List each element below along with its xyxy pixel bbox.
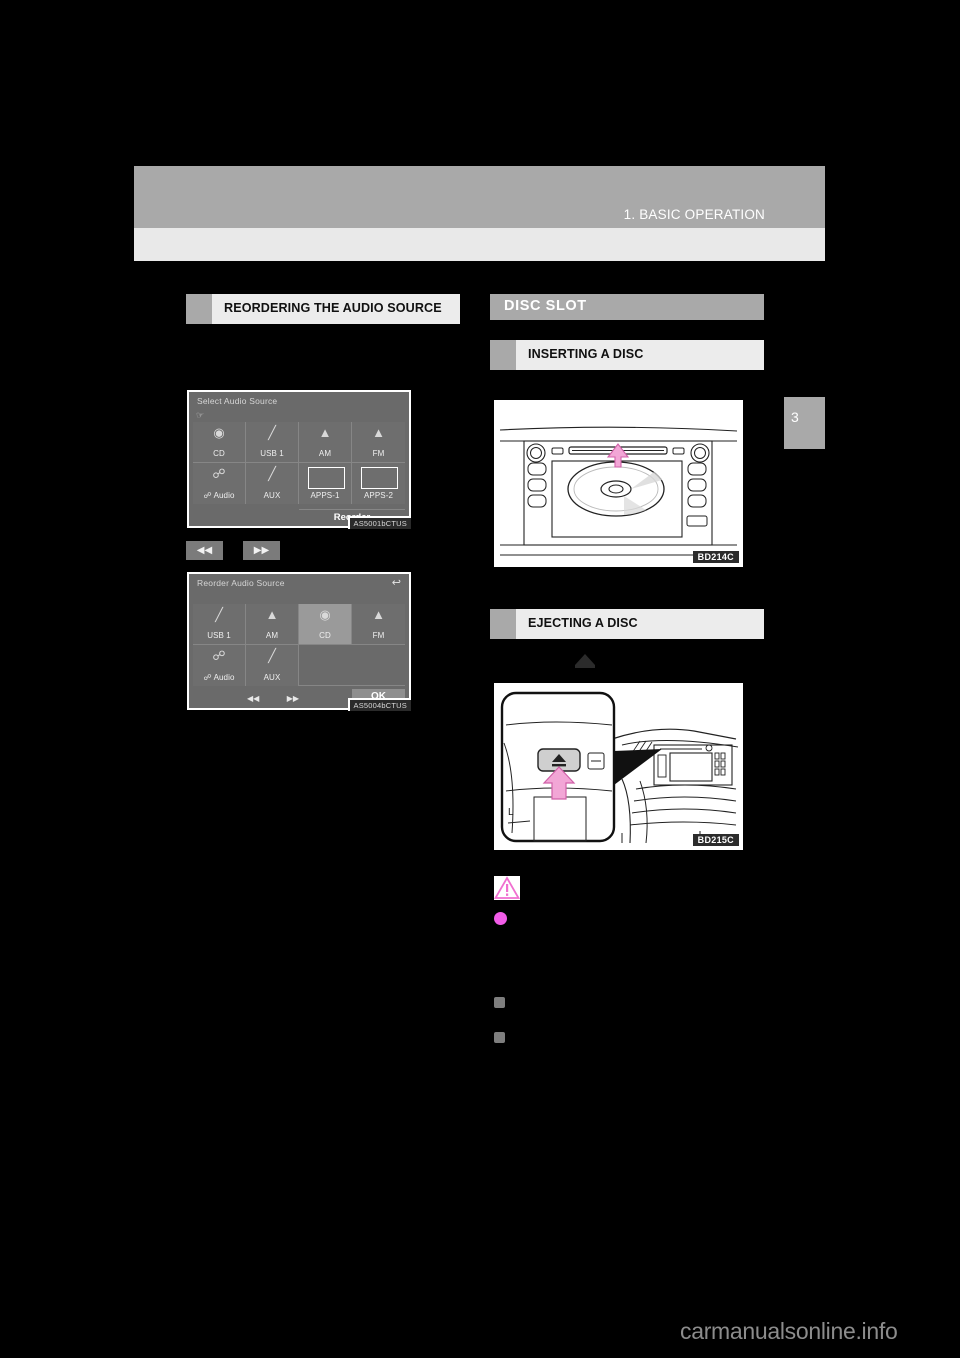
cd-disc-icon: ◉ bbox=[213, 425, 225, 440]
usb-stick-icon: ╱ bbox=[268, 425, 276, 440]
radio-tower-icon: ▲ bbox=[265, 607, 279, 622]
section-banner-label: DISC SLOT bbox=[504, 298, 587, 314]
source-label: ☍ Audio bbox=[203, 491, 235, 500]
usb-stick-icon: ╱ bbox=[215, 607, 223, 622]
figure-head-unit-disc-slot: BD214C bbox=[490, 396, 747, 571]
device-screen: Reorder Audio Source ↩ ╱ USB 1 ▲ AM ◉ CD bbox=[187, 572, 411, 710]
source-label: APPS-1 bbox=[310, 491, 340, 500]
source-label: FM bbox=[372, 449, 385, 458]
figure-code: AS5004bCTUS bbox=[347, 698, 411, 711]
page-header-band: 1. BASIC OPERATION bbox=[134, 166, 825, 228]
source-button-fm[interactable]: ▲ FM bbox=[352, 422, 405, 463]
source-button-am[interactable]: ▲ AM bbox=[246, 604, 299, 645]
source-button-cd[interactable]: ◉ CD bbox=[193, 422, 246, 463]
dashboard-eject-button-illustration: L bbox=[494, 683, 743, 850]
chapter-tab: 3 bbox=[784, 397, 825, 449]
screenshot-reorder-audio-source: Reorder Audio Source ↩ ╱ USB 1 ▲ AM ◉ CD bbox=[187, 572, 411, 711]
section-heading-label: EJECTING A DISC bbox=[528, 616, 638, 630]
source-button-am[interactable]: ▲ AM bbox=[299, 422, 352, 463]
seek-button-row: ◀◀ ▶▶ bbox=[186, 541, 460, 560]
note-bullet-2 bbox=[494, 1032, 505, 1043]
screen-title: Reorder Audio Source bbox=[197, 578, 285, 588]
source-label: APPS-2 bbox=[363, 491, 394, 500]
left-column: REORDERING THE AUDIO SOURCE Select Audio… bbox=[186, 294, 460, 711]
radio-tower-icon: ▲ bbox=[372, 425, 385, 440]
reorder-audio-source-grid: ╱ USB 1 ▲ AM ◉ CD ▲ FM ☍ ☍ Audio ╱ AUX bbox=[193, 604, 407, 686]
source-button-usb1[interactable]: ╱ USB 1 bbox=[193, 604, 246, 645]
figure-code: BD214C bbox=[692, 551, 739, 563]
reorder-move-buttons: ◀◀ ▶▶ bbox=[247, 694, 299, 703]
source-label: USB 1 bbox=[207, 631, 231, 640]
right-column: DISC SLOT INSERTING A DISC BD214C EJECTI… bbox=[490, 294, 764, 1043]
source-button-aux[interactable]: ╱ AUX bbox=[246, 645, 299, 686]
empty-cell bbox=[299, 645, 352, 686]
move-left-button[interactable]: ◀◀ bbox=[247, 694, 259, 703]
section-heading-ejecting-a-disc: EJECTING A DISC bbox=[490, 609, 764, 639]
seek-forward-button[interactable]: ▶▶ bbox=[243, 541, 280, 560]
audio-source-grid: ◉ CD ╱ USB 1 ▲ AM ▲ FM ☍ ☍ Audio ╱ AUX A… bbox=[193, 422, 407, 504]
section-heading-label: REORDERING THE AUDIO SOURCE bbox=[224, 301, 442, 315]
radio-tower-icon: ▲ bbox=[372, 607, 385, 622]
seek-back-button[interactable]: ◀◀ bbox=[186, 541, 223, 560]
source-label: CD bbox=[213, 449, 225, 458]
svg-text:L: L bbox=[508, 807, 514, 818]
section-heading-reordering-audio-source: REORDERING THE AUDIO SOURCE bbox=[186, 294, 460, 324]
source-label: AM bbox=[318, 449, 332, 458]
source-label: AUX bbox=[263, 491, 281, 500]
empty-cell bbox=[352, 645, 405, 686]
warning-bullet bbox=[494, 912, 507, 925]
source-button-bluetooth-audio[interactable]: ☍ ☍ Audio bbox=[193, 645, 246, 686]
section-banner-disc-slot: DISC SLOT bbox=[490, 294, 764, 320]
source-label: CD bbox=[319, 631, 331, 640]
screen-title: Select Audio Source bbox=[197, 396, 278, 406]
app-box-icon bbox=[361, 467, 398, 489]
source-button-cd-selected[interactable]: ◉ CD bbox=[299, 604, 352, 645]
device-screen: Select Audio Source ☞ ◉ CD ╱ USB 1 ▲ AM bbox=[187, 390, 411, 528]
caution-triangle-icon bbox=[494, 876, 520, 900]
app-box-icon bbox=[308, 467, 345, 489]
figure-code: BD215C bbox=[692, 834, 739, 846]
figure-dashboard-eject-button: L BD215C bbox=[490, 679, 747, 854]
move-right-button[interactable]: ▶▶ bbox=[287, 694, 299, 703]
section-heading-inserting-a-disc: INSERTING A DISC bbox=[490, 340, 764, 370]
chapter-number: 3 bbox=[791, 409, 799, 425]
note-bullet-1 bbox=[494, 997, 505, 1008]
source-button-apps-2[interactable]: APPS-2 bbox=[352, 463, 405, 504]
source-button-aux[interactable]: ╱ AUX bbox=[246, 463, 299, 504]
source-button-apps-1[interactable]: APPS-1 bbox=[299, 463, 352, 504]
hand-pointer-icon: ☞ bbox=[196, 410, 205, 420]
source-label: AUX bbox=[263, 673, 281, 682]
bluetooth-icon: ☍ bbox=[212, 466, 226, 481]
aux-plug-icon: ╱ bbox=[268, 648, 276, 663]
source-button-fm[interactable]: ▲ FM bbox=[352, 604, 405, 645]
manual-page: 1. BASIC OPERATION REORDERING THE AUDIO … bbox=[134, 166, 825, 1286]
page-title: 1. BASIC OPERATION bbox=[623, 207, 765, 222]
section-heading-label: INSERTING A DISC bbox=[528, 347, 644, 361]
source-label: USB 1 bbox=[260, 449, 284, 458]
footer-watermark: carmanualsonline.info bbox=[680, 1318, 898, 1344]
back-arrow-icon[interactable]: ↩ bbox=[392, 578, 401, 589]
source-label: AM bbox=[265, 631, 279, 640]
source-label: ☍ Audio bbox=[203, 673, 235, 682]
head-unit-disc-slot-illustration bbox=[494, 400, 743, 567]
source-label: FM bbox=[372, 631, 385, 640]
source-button-bluetooth-audio[interactable]: ☍ ☍ Audio bbox=[193, 463, 246, 504]
bluetooth-icon: ☍ bbox=[212, 648, 226, 663]
radio-tower-icon: ▲ bbox=[318, 425, 332, 440]
cd-disc-icon: ◉ bbox=[319, 607, 331, 622]
figure-code: AS5001bCTUS bbox=[347, 516, 411, 529]
page-header-subband bbox=[134, 228, 825, 261]
aux-plug-icon: ╱ bbox=[268, 466, 276, 481]
screenshot-select-audio-source: Select Audio Source ☞ ◉ CD ╱ USB 1 ▲ AM bbox=[187, 390, 411, 529]
eject-triangle-icon bbox=[575, 654, 595, 668]
source-button-usb1[interactable]: ╱ USB 1 bbox=[246, 422, 299, 463]
